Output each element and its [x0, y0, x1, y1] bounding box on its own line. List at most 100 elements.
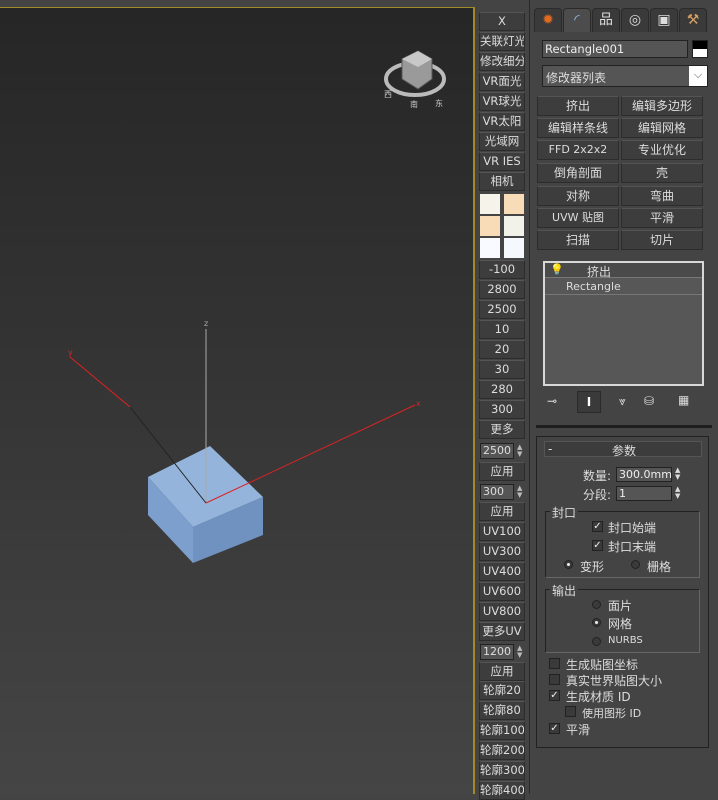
modifier-button[interactable]: 编辑网格	[621, 118, 703, 138]
object-color-swatch[interactable]	[692, 40, 708, 58]
stack-item-rectangle[interactable]: Rectangle	[545, 279, 702, 295]
vr-ies-button[interactable]: VR IES	[479, 152, 525, 171]
tab-hierarchy[interactable]: 品	[592, 8, 620, 32]
modifier-button[interactable]: 编辑多边形	[621, 96, 703, 116]
outline-button[interactable]: 轮廓20	[479, 681, 525, 700]
modifier-button[interactable]: 弯曲	[621, 186, 703, 206]
modify-subdivs-button[interactable]: 修改细分	[479, 52, 525, 71]
tab-modify[interactable]: ◜	[563, 8, 591, 32]
modifier-button[interactable]: 扫描	[537, 230, 619, 250]
nurbs-radio[interactable]	[592, 637, 601, 646]
pin-stack-icon[interactable]: ⊸	[547, 394, 557, 408]
use-shape-id-checkbox[interactable]	[565, 706, 576, 717]
object-name-input[interactable]: Rectangle001	[542, 40, 688, 58]
motion-icon: ◎	[628, 12, 642, 28]
modifier-button[interactable]: 切片	[621, 230, 703, 250]
grid-radio[interactable]	[631, 560, 640, 569]
configure-modifier-sets-icon[interactable]: ▦	[678, 393, 689, 407]
remove-modifier-icon[interactable]: ⛁	[644, 394, 654, 408]
generate-mapping-checkbox[interactable]	[549, 658, 560, 669]
patch-radio[interactable]	[592, 600, 601, 609]
smooth-checkbox[interactable]: ✓	[549, 723, 560, 734]
close-button[interactable]: X	[479, 12, 525, 31]
value-button[interactable]: 280	[479, 380, 525, 399]
vr-sun-button[interactable]: VR太阳	[479, 112, 525, 131]
outline-button[interactable]: 轮廓100	[479, 721, 525, 740]
transform-gizmo[interactable]: z x y	[68, 319, 421, 504]
viewcube[interactable]: 西 南 东	[384, 50, 446, 109]
make-unique-icon[interactable]: ⩔	[619, 394, 626, 409]
amount-spinner-icon[interactable]: ▲ ▼	[675, 467, 680, 481]
value-spinner-1[interactable]: 2500 ▲ ▼	[480, 443, 526, 459]
uv-button[interactable]: UV300	[479, 542, 525, 561]
modifier-button[interactable]: 倒角剖面	[537, 163, 619, 183]
modifier-button[interactable]: 编辑样条线	[537, 118, 619, 138]
tab-display[interactable]: ▣	[650, 8, 678, 32]
color-swatch[interactable]	[480, 238, 500, 258]
value-button[interactable]: 2800	[479, 280, 525, 299]
apply-button[interactable]: 应用	[479, 462, 525, 481]
outline-button[interactable]: 轮廓300	[479, 761, 525, 780]
uv-button[interactable]: UV600	[479, 582, 525, 601]
value-spinner-2[interactable]: 300 ▲ ▼	[480, 484, 526, 500]
modifier-button[interactable]: UVW 贴图	[537, 208, 619, 228]
modifier-button[interactable]: 挤出	[537, 96, 619, 116]
rollout-header[interactable]: - 参数	[544, 441, 702, 458]
morph-radio[interactable]	[564, 560, 573, 569]
stack-item-extrude[interactable]: 💡 挤出	[545, 263, 702, 279]
perspective-viewport[interactable]: 西 南 东 z x y	[0, 7, 475, 794]
apply-button[interactable]: 应用	[479, 662, 525, 681]
real-world-map-size-checkbox[interactable]	[549, 674, 560, 685]
tab-motion[interactable]: ◎	[621, 8, 649, 32]
tab-utilities[interactable]: ⚒	[679, 8, 707, 32]
modifier-button[interactable]: 壳	[621, 163, 703, 183]
color-swatch[interactable]	[480, 216, 500, 236]
segments-spinner-icon[interactable]: ▲ ▼	[675, 486, 680, 500]
value-button[interactable]: 2500	[479, 300, 525, 319]
modifier-button[interactable]: 平滑	[621, 208, 703, 228]
outline-button[interactable]: 轮廓400	[479, 781, 525, 800]
value-spinner-3[interactable]: 1200 ▲ ▼	[480, 644, 526, 660]
value-button[interactable]: -100	[479, 260, 525, 279]
vr-sphere-light-button[interactable]: VR球光	[479, 92, 525, 111]
spinner-arrows-icon[interactable]: ▲ ▼	[517, 444, 522, 458]
value-button[interactable]: 20	[479, 340, 525, 359]
chevron-down-icon[interactable]: ⌵	[689, 66, 707, 86]
amount-input[interactable]: 300.0mm	[616, 467, 672, 482]
outline-button[interactable]: 轮廓200	[479, 741, 525, 760]
spinner-arrows-icon[interactable]: ▲ ▼	[517, 645, 522, 659]
uv-button[interactable]: UV100	[479, 522, 525, 541]
camera-button[interactable]: 相机	[479, 172, 525, 191]
tab-create[interactable]: ✹	[534, 8, 562, 32]
vr-plane-light-button[interactable]: VR面光	[479, 72, 525, 91]
modifier-button[interactable]: 对称	[537, 186, 619, 206]
outline-button[interactable]: 轮廓80	[479, 701, 525, 720]
color-swatch[interactable]	[504, 194, 524, 214]
modifier-button[interactable]: 专业优化	[621, 140, 703, 160]
generate-material-id-checkbox[interactable]: ✓	[549, 690, 560, 701]
segments-input[interactable]: 1	[616, 486, 672, 501]
modifier-button[interactable]: FFD 2x2x2	[537, 140, 619, 160]
show-end-result-icon[interactable]: I	[577, 391, 601, 413]
mesh-radio[interactable]	[592, 618, 601, 627]
color-swatch[interactable]	[504, 238, 524, 258]
uv-button[interactable]: UV800	[479, 602, 525, 621]
photometric-web-button[interactable]: 光域网	[479, 132, 525, 151]
lightbulb-icon[interactable]: 💡	[550, 263, 564, 276]
modifier-stack[interactable]: 💡 挤出 Rectangle	[543, 261, 704, 386]
value-button[interactable]: 300	[479, 400, 525, 419]
cap-start-checkbox[interactable]: ✓	[592, 521, 603, 532]
more-button[interactable]: 更多	[479, 420, 525, 439]
value-button[interactable]: 30	[479, 360, 525, 379]
color-swatch[interactable]	[480, 194, 500, 214]
color-swatch[interactable]	[504, 216, 524, 236]
modifier-list-dropdown[interactable]: 修改器列表 ⌵	[542, 65, 708, 87]
link-lights-button[interactable]: 关联灯光	[479, 32, 525, 51]
x-axis-label: x	[416, 399, 421, 408]
apply-button[interactable]: 应用	[479, 502, 525, 521]
value-button[interactable]: 10	[479, 320, 525, 339]
more-uv-button[interactable]: 更多UV	[479, 622, 525, 641]
uv-button[interactable]: UV400	[479, 562, 525, 581]
spinner-arrows-icon[interactable]: ▲ ▼	[517, 485, 522, 499]
cap-end-checkbox[interactable]: ✓	[592, 540, 603, 551]
